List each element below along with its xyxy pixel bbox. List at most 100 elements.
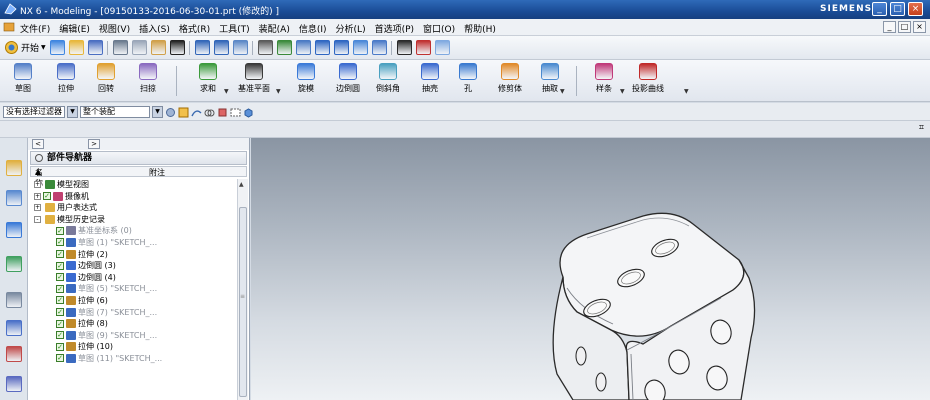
checkbox-icon[interactable]: ✓ — [56, 331, 64, 340]
graphics-window[interactable] — [251, 138, 930, 400]
roles-icon[interactable] — [6, 376, 22, 392]
hole-button[interactable]: 孔 — [450, 63, 486, 99]
checkbox-icon[interactable]: ✓ — [56, 250, 64, 259]
checkbox-icon[interactable]: ✓ — [56, 238, 64, 247]
chamfer-button[interactable]: 倒斜角 — [370, 63, 406, 99]
body-rule-icon[interactable] — [217, 107, 228, 118]
unite-button[interactable]: 求和 — [190, 63, 226, 99]
scroll-right-button[interactable]: > — [88, 139, 100, 149]
tree-row[interactable]: + 模型视图 — [30, 179, 237, 191]
render-style-icon[interactable] — [372, 40, 387, 55]
expand-toggle-icon[interactable]: - — [34, 215, 41, 223]
tree-row[interactable]: ✓ 草图 (1) "SKETCH_... — [30, 237, 237, 249]
more-options-dropdown[interactable]: ▼ — [560, 88, 565, 95]
shell-button[interactable]: 抽壳 — [412, 63, 448, 99]
undo-icon[interactable] — [195, 40, 210, 55]
tree-row[interactable]: ✓ 拉伸 (2) — [30, 249, 237, 261]
type-filter-dropdown[interactable]: ▼ — [67, 106, 78, 118]
sketch-button[interactable]: 草图 — [5, 63, 41, 99]
menu-item-3[interactable]: 插入(S) — [139, 22, 170, 35]
selection-scope-select[interactable]: 整个装配 — [80, 106, 150, 118]
pin-icon[interactable] — [35, 154, 43, 162]
close-button[interactable]: × — [908, 2, 923, 16]
assembly-navigator-icon[interactable] — [6, 160, 22, 176]
tree-row[interactable]: - 模型历史记录 — [30, 214, 237, 226]
pan-icon[interactable] — [334, 40, 349, 55]
menu-item-4[interactable]: 格式(R) — [179, 22, 210, 35]
scroll-up-icon[interactable]: ▲ — [239, 181, 244, 188]
layer-icon[interactable] — [435, 40, 450, 55]
shaded-icon[interactable] — [397, 40, 412, 55]
menu-item-10[interactable]: 窗口(O) — [423, 22, 455, 35]
selection-scope-dropdown[interactable]: ▼ — [152, 106, 163, 118]
navigator-scrollbar[interactable]: ▲ ≡ — [237, 179, 248, 400]
reuse-library-icon[interactable] — [6, 256, 22, 272]
tree-row[interactable]: ✓ 基准坐标系 (0) — [30, 225, 237, 237]
constraint-navigator-icon[interactable] — [6, 190, 22, 206]
tree-row[interactable]: ✓ 拉伸 (8) — [30, 318, 237, 330]
snap-point-icon[interactable] — [178, 107, 189, 118]
fit-icon[interactable] — [277, 40, 292, 55]
project-curve-button[interactable]: 投影曲线 — [630, 63, 666, 99]
tree-row[interactable]: ✓ 草图 (5) "SKETCH_... — [30, 283, 237, 295]
rotate-icon[interactable] — [315, 40, 330, 55]
tree-row[interactable]: ✓ 边倒圆 (4) — [30, 272, 237, 284]
extrude-button[interactable]: 拉伸 — [48, 63, 84, 99]
open-icon[interactable] — [69, 40, 84, 55]
delete-icon[interactable] — [170, 40, 185, 55]
type-filter-select[interactable]: 没有选择过滤器 — [3, 106, 65, 118]
paste-icon[interactable] — [151, 40, 166, 55]
more-options-dropdown[interactable]: ▼ — [276, 88, 281, 95]
column-note-header[interactable]: 附注 — [149, 167, 165, 178]
zoom-icon[interactable] — [296, 40, 311, 55]
doc-minimize-button[interactable]: _ — [883, 21, 896, 33]
curve-rule-icon[interactable] — [191, 107, 202, 118]
start-menu-button[interactable]: 开始 ▼ — [4, 40, 46, 55]
repeat-icon[interactable] — [233, 40, 248, 55]
scrollbar-thumb[interactable] — [239, 207, 247, 397]
menu-item-9[interactable]: 首选项(P) — [375, 22, 414, 35]
tree-row[interactable]: + 用户表达式 — [30, 202, 237, 214]
command-finder-icon[interactable] — [258, 40, 273, 55]
show-hide-icon[interactable] — [230, 107, 241, 118]
spline-button[interactable]: 样条 — [586, 63, 622, 99]
palette-icon[interactable] — [6, 346, 22, 362]
new-icon[interactable] — [50, 40, 65, 55]
viewport-options-icon[interactable]: ⌗ — [919, 123, 924, 133]
tree-row[interactable]: + ✓ 摄像机 — [30, 191, 237, 203]
minimize-button[interactable]: _ — [872, 2, 887, 16]
checkbox-icon[interactable]: ✓ — [56, 296, 64, 305]
orient-icon[interactable] — [353, 40, 368, 55]
checkbox-icon[interactable]: ✓ — [56, 273, 64, 282]
checkbox-icon[interactable]: ✓ — [56, 319, 64, 328]
general-selection-icon[interactable] — [165, 107, 176, 118]
tree-row[interactable]: ✓ 拉伸 (10) — [30, 341, 237, 353]
rotate-model-button[interactable]: 旋模 — [288, 63, 324, 99]
expand-toggle-icon[interactable]: + — [34, 181, 41, 188]
sweep-button[interactable]: 扫掠 — [130, 63, 166, 99]
checkbox-icon[interactable]: ✓ — [56, 226, 64, 235]
shading-icon[interactable] — [243, 107, 254, 118]
checkbox-icon[interactable]: ✓ — [56, 354, 64, 363]
tree-row[interactable]: ✓ 草图 (7) "SKETCH_... — [30, 307, 237, 319]
trim-body-button[interactable]: 修剪体 — [492, 63, 528, 99]
expand-toggle-icon[interactable]: + — [34, 204, 41, 212]
menu-item-7[interactable]: 信息(I) — [299, 22, 327, 35]
edge-blend-button[interactable]: 边倒圆 — [330, 63, 366, 99]
part-navigator-icon[interactable] — [6, 222, 22, 238]
menu-item-5[interactable]: 工具(T) — [219, 22, 250, 35]
checkbox-icon[interactable]: ✓ — [56, 308, 64, 317]
redo-icon[interactable] — [214, 40, 229, 55]
checkbox-icon[interactable]: ✓ — [56, 261, 64, 270]
doc-restore-button[interactable]: □ — [898, 21, 911, 33]
color-icon[interactable] — [416, 40, 431, 55]
menu-item-0[interactable]: 文件(F) — [20, 22, 50, 35]
tree-row[interactable]: ✓ 草图 (11) "SKETCH_... — [30, 353, 237, 365]
checkbox-icon[interactable]: ✓ — [43, 192, 51, 201]
history-icon[interactable] — [6, 292, 22, 308]
more-options-dropdown[interactable]: ▼ — [684, 88, 689, 95]
menu-item-8[interactable]: 分析(L) — [336, 22, 366, 35]
more-options-dropdown[interactable]: ▼ — [224, 88, 229, 95]
maximize-button[interactable]: □ — [890, 2, 905, 16]
menu-item-2[interactable]: 视图(V) — [99, 22, 130, 35]
